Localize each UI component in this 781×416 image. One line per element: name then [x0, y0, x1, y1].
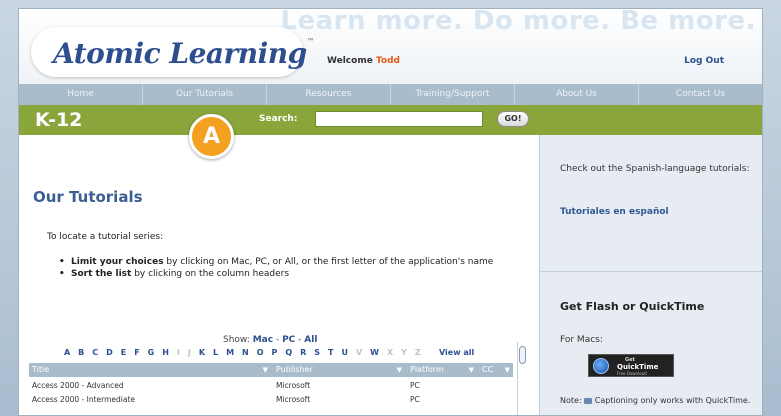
- instructions-list: Limit your choices by clicking on Mac, P…: [59, 257, 519, 281]
- separator: -: [275, 335, 280, 345]
- column-publisher-label: Publisher: [276, 365, 313, 374]
- closed-caption-icon: [584, 397, 593, 404]
- logout-link[interactable]: Log Out: [684, 56, 724, 66]
- scrollbar-thumb[interactable]: [519, 346, 526, 364]
- row-platform: PC: [410, 395, 420, 404]
- instruction-bold: Sort the list: [71, 269, 132, 279]
- filter-all-link[interactable]: All: [304, 335, 317, 345]
- sidebar-divider: [540, 271, 762, 272]
- site-header: Learn more. Do more. Be more. Atomic Lea…: [19, 9, 762, 84]
- site-logo[interactable]: Atomic Learning™: [53, 37, 315, 70]
- section-bar: K-12 Search: GO!: [19, 105, 762, 135]
- captioning-note: Note: Captioning only works with QuickTi…: [560, 396, 760, 406]
- nav-training-support[interactable]: Training/Support: [391, 84, 515, 105]
- instruction-bold: Limit your choices: [71, 257, 164, 267]
- column-title[interactable]: Title ▼: [29, 363, 271, 377]
- qt-free-label: Free Download: [617, 371, 647, 376]
- letters-k-u[interactable]: K L M N O P Q R S T U: [199, 348, 351, 357]
- letter-j: J: [187, 348, 194, 357]
- table-scrollbar[interactable]: [517, 342, 526, 415]
- qt-name-label: QuickTime: [617, 363, 659, 371]
- for-macs-label: For Macs:: [560, 335, 603, 345]
- welcome-prefix: Welcome: [327, 56, 373, 66]
- column-title-label: Title: [32, 365, 50, 374]
- row-publisher: Microsoft: [276, 395, 311, 404]
- row-publisher: Microsoft: [276, 381, 311, 390]
- browser-page: Learn more. Do more. Be more. Atomic Lea…: [18, 8, 763, 416]
- sort-arrow-icon: ▼: [468, 366, 474, 374]
- section-title: K-12: [35, 109, 83, 131]
- column-publisher[interactable]: Publisher ▼: [273, 363, 405, 377]
- go-button[interactable]: GO!: [497, 111, 529, 127]
- filter-pc-link[interactable]: PC: [282, 335, 295, 345]
- plugins-heading: Get Flash or QuickTime: [560, 300, 705, 313]
- platform-filter: Show: Mac - PC - All: [223, 335, 317, 345]
- letters-x-z: X Y Z: [386, 348, 424, 357]
- letter-v: V: [355, 348, 365, 357]
- letter-i: I: [176, 348, 183, 357]
- page-title: Our Tutorials: [33, 188, 143, 206]
- column-platform-label: Platform: [410, 365, 444, 374]
- spanish-tutorials-link[interactable]: Tutoriales en español: [560, 207, 669, 217]
- quicktime-icon: [593, 358, 609, 374]
- instruction-text: by clicking on Mac, PC, or All, or the f…: [163, 257, 494, 267]
- row-title[interactable]: Access 2000 - Intermediate: [32, 394, 135, 406]
- nav-home[interactable]: Home: [19, 84, 143, 105]
- intro-text: To locate a tutorial series:: [47, 232, 164, 242]
- view-all-link[interactable]: View all: [439, 348, 474, 357]
- instruction-item: Limit your choices by clicking on Mac, P…: [59, 257, 519, 268]
- note-prefix: Note:: [560, 396, 582, 405]
- table-row[interactable]: Access 2000 - Intermediate Microsoft PC: [29, 394, 513, 406]
- separator: -: [298, 335, 302, 345]
- sidebar: Check out the Spanish-language tutorials…: [539, 135, 762, 415]
- column-platform[interactable]: Platform ▼: [407, 363, 477, 377]
- column-cc-label: CC: [482, 365, 494, 374]
- table-header: Title ▼ Publisher ▼ Platform ▼ CC ▼: [29, 363, 513, 377]
- main-content: Our Tutorials To locate a tutorial serie…: [19, 135, 539, 415]
- show-label: Show:: [223, 335, 250, 345]
- letters-a-h[interactable]: A B C D E F G H: [64, 348, 172, 357]
- welcome-message: Welcome Todd: [327, 56, 400, 66]
- user-name: Todd: [375, 56, 400, 66]
- table-row[interactable]: Access 2000 - Advanced Microsoft PC: [29, 380, 513, 392]
- quicktime-download-button[interactable]: Get QuickTime Free Download: [588, 354, 674, 377]
- annotation-marker-a: A: [189, 114, 234, 159]
- sort-arrow-icon: ▼: [396, 366, 402, 374]
- sort-arrow-icon: ▼: [262, 366, 268, 374]
- logo-trademark: ™: [306, 37, 315, 46]
- search-label: Search:: [259, 114, 298, 124]
- alphabet-filter[interactable]: A B C D E F G H I J K L M N O P Q R S T …: [64, 348, 423, 357]
- filter-mac-link[interactable]: Mac: [253, 335, 273, 345]
- nav-our-tutorials[interactable]: Our Tutorials: [143, 84, 267, 105]
- nav-resources[interactable]: Resources: [267, 84, 391, 105]
- row-title[interactable]: Access 2000 - Advanced: [32, 380, 124, 392]
- instruction-item: Sort the list by clicking on the column …: [59, 269, 519, 280]
- logo-text: Atomic Learning: [53, 37, 307, 70]
- instruction-text: by clicking on the column headers: [131, 269, 290, 279]
- slogan: Learn more. Do more. Be more.: [280, 8, 756, 36]
- spanish-promo: Check out the Spanish-language tutorials…: [560, 164, 750, 174]
- main-nav: Home Our Tutorials Resources Training/Su…: [19, 84, 762, 105]
- nav-about-us[interactable]: About Us: [515, 84, 639, 105]
- note-text: Captioning only works with QuickTime.: [594, 396, 751, 405]
- nav-contact-us[interactable]: Contact Us: [639, 84, 762, 105]
- column-cc[interactable]: CC ▼: [479, 363, 513, 377]
- row-platform: PC: [410, 381, 420, 390]
- sort-arrow-icon: ▼: [504, 366, 510, 374]
- letter-w[interactable]: W: [370, 348, 381, 357]
- search-input[interactable]: [315, 111, 483, 127]
